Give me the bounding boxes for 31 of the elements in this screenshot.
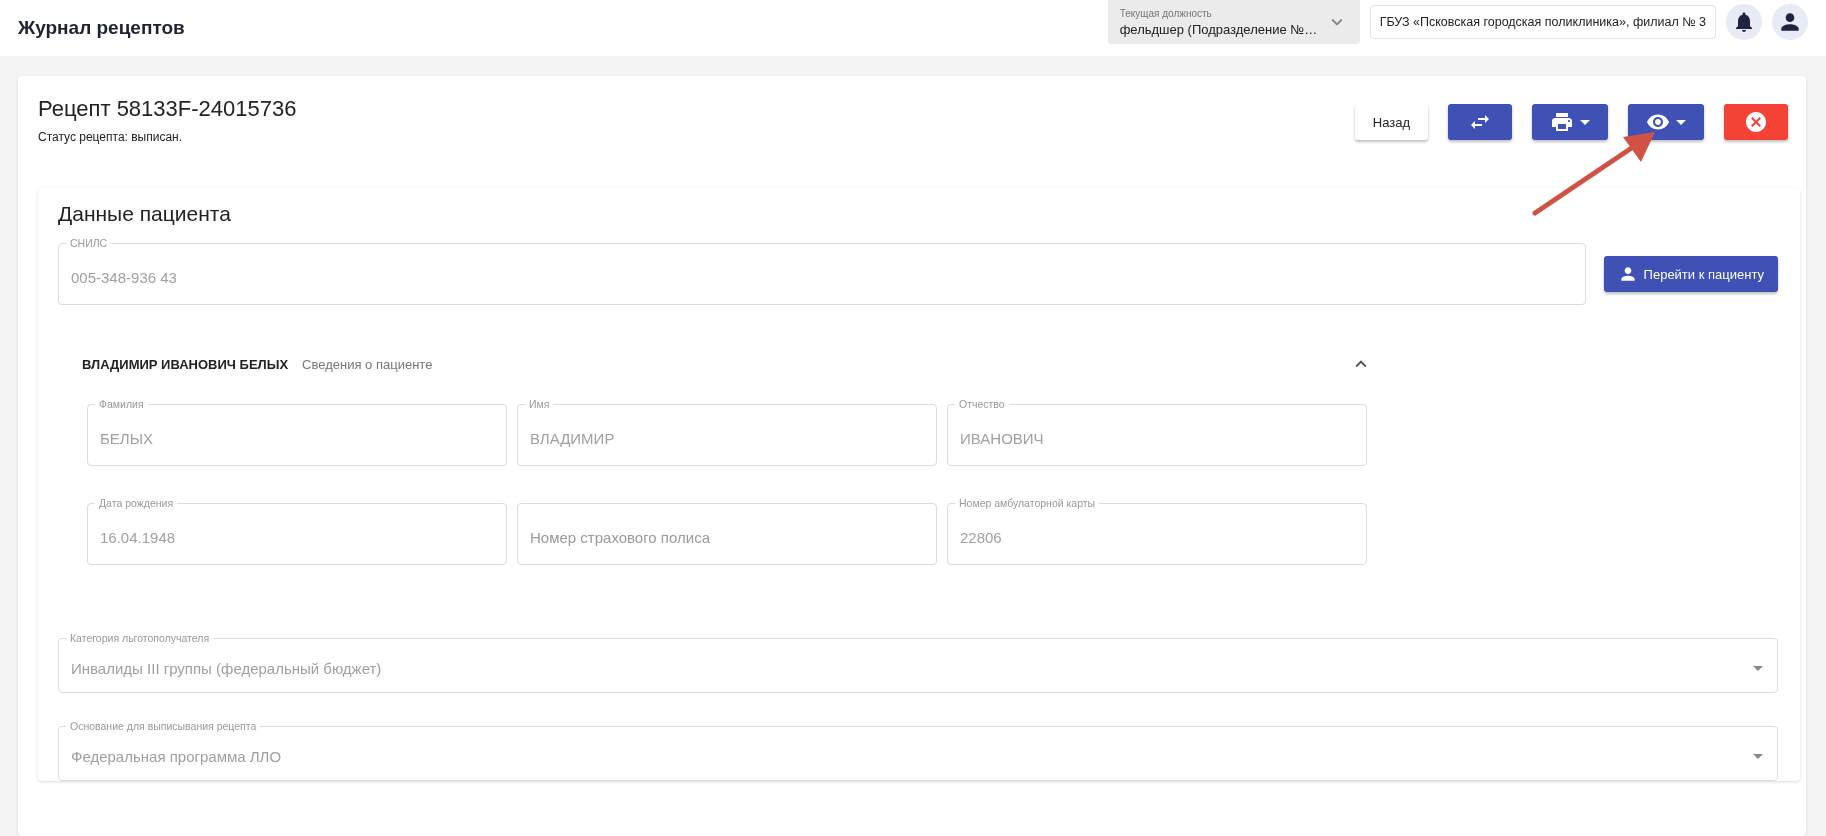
prescription-status: Статус рецепта: выписан. [38, 130, 184, 144]
caret-icon [1676, 119, 1686, 125]
swap-button[interactable] [1448, 104, 1512, 140]
patient-field[interactable]: Номер страхового полиса [517, 503, 937, 565]
field-label: Отчество [955, 397, 1009, 411]
print-button[interactable] [1532, 104, 1608, 140]
field-label: Фамилия [95, 397, 148, 411]
field-label: СНИЛС [66, 236, 112, 250]
caret-icon [1753, 754, 1763, 759]
field-label: Имя [525, 397, 554, 411]
back-button[interactable]: Назад [1354, 104, 1428, 140]
close-icon [1744, 110, 1768, 134]
caret-icon [1580, 119, 1590, 125]
section-title: Данные пациента [58, 202, 232, 226]
field-label: Дата рождения [95, 496, 178, 510]
notifications-button[interactable] [1726, 4, 1762, 40]
prescription-title: Рецепт 58133F-24015736 [38, 96, 298, 122]
field-label: Номер амбулаторной карты [955, 496, 1100, 510]
patient-subtitle: Сведения о пациенте [302, 356, 434, 372]
field-label: Категория льготополучателя [66, 631, 214, 645]
profile-button[interactable] [1772, 4, 1808, 40]
patient-name: ВЛАДИМИР ИВАНОВИЧ БЕЛЫХ [82, 356, 289, 372]
organization-field[interactable]: ГБУЗ «Псковская городская поликлиника», филиал № 3 [1369, 5, 1716, 39]
caret-icon [1753, 666, 1763, 671]
cancel-button[interactable] [1724, 104, 1788, 140]
go-to-patient-button[interactable]: Перейти к пациенту [1603, 256, 1778, 292]
app-title: Журнал рецептов [18, 17, 186, 39]
field-label: Основание для выписывания рецепта [66, 719, 261, 733]
role-select[interactable]: Текущая должность фельдшер (Подразделение №… [1107, 0, 1360, 44]
printer-icon [1550, 110, 1574, 134]
view-button[interactable] [1628, 104, 1704, 140]
